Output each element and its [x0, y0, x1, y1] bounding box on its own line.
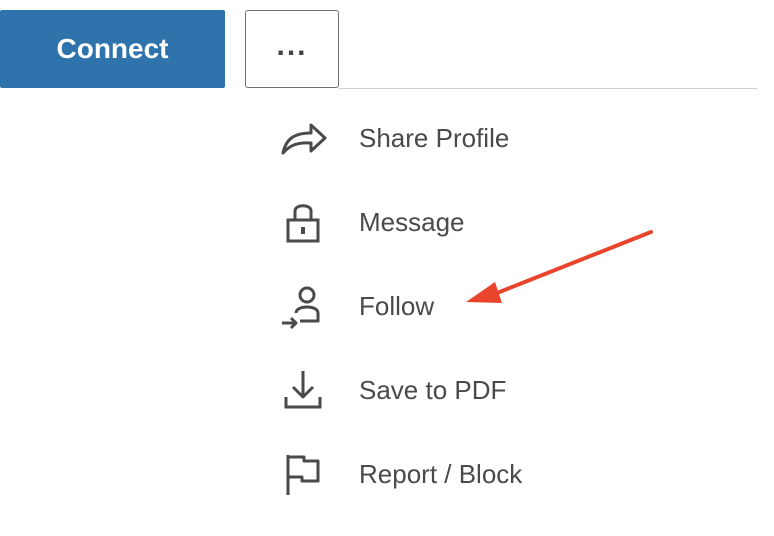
menu-item-message[interactable]: Message [260, 180, 740, 264]
menu-item-label: Save to PDF [359, 374, 507, 405]
share-arrow-icon [278, 113, 328, 163]
menu-item-follow[interactable]: Follow [260, 264, 740, 348]
flag-icon [278, 449, 328, 499]
download-icon [278, 365, 328, 415]
menu-item-label: Message [359, 206, 465, 237]
connect-button-label: Connect [56, 33, 169, 64]
follow-person-icon [278, 281, 328, 331]
menu-item-report-block[interactable]: Report / Block [260, 432, 740, 516]
menu-item-label: Report / Block [359, 458, 523, 489]
menu-item-share-profile[interactable]: Share Profile [260, 96, 740, 180]
more-actions-button[interactable]: ... [245, 10, 339, 88]
connect-button[interactable]: Connect [0, 10, 225, 88]
more-actions-label: ... [276, 29, 308, 62]
menu-item-label: Share Profile [359, 122, 510, 153]
dropdown-top-border [339, 88, 757, 89]
profile-actions-panel: Connect ... Share Profile Message Follow… [0, 0, 774, 536]
more-actions-menu: Share Profile Message Follow Save to PDF… [260, 96, 740, 516]
menu-item-save-to-pdf[interactable]: Save to PDF [260, 348, 740, 432]
menu-item-label: Follow [359, 290, 435, 321]
lock-icon [278, 197, 328, 247]
